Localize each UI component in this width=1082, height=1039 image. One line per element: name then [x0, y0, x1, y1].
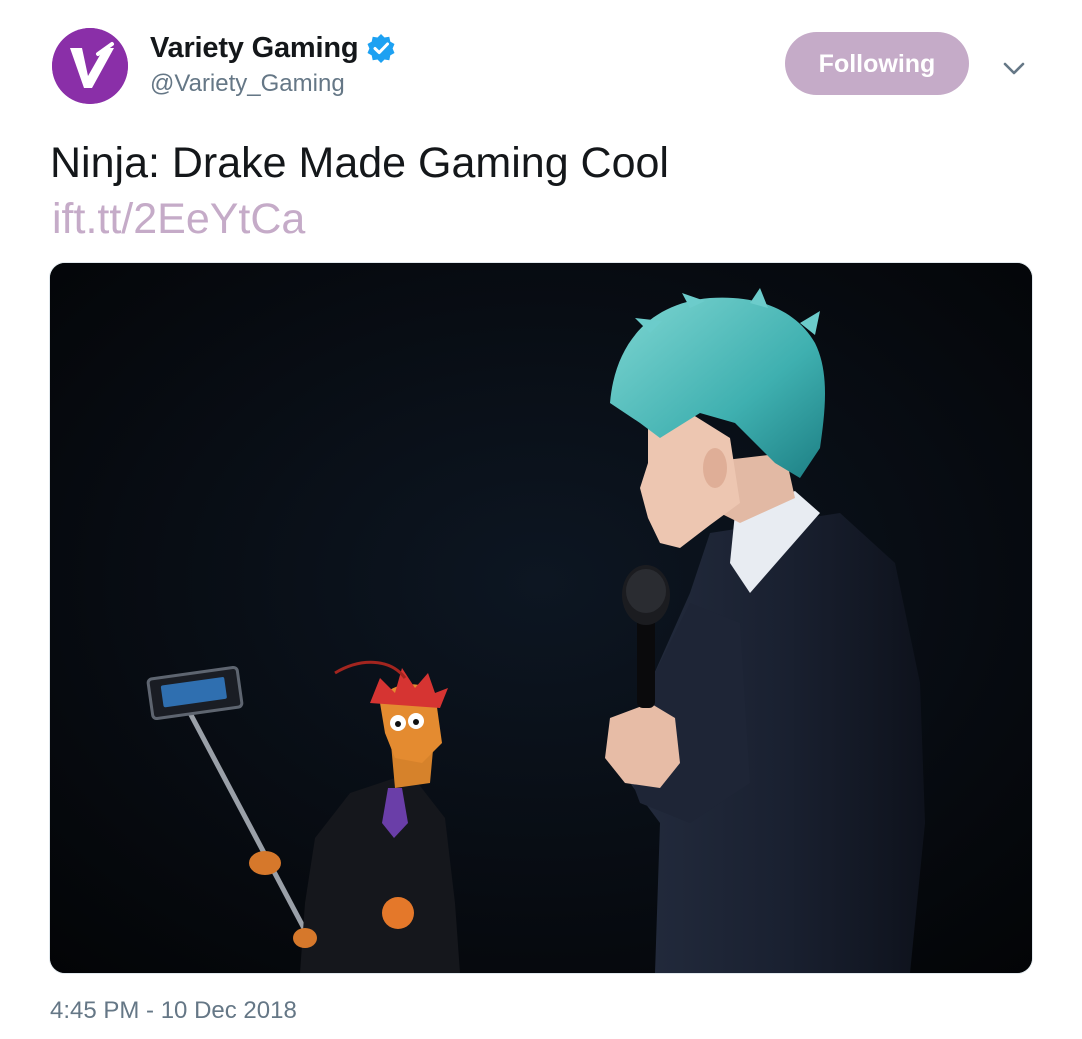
verified-badge-icon [366, 33, 396, 63]
user-handle[interactable]: @Variety_Gaming [150, 70, 345, 98]
tweet-text: Ninja: Drake Made Gaming Cool [50, 139, 669, 187]
variety-v-logo-icon [52, 28, 128, 104]
tweet-photo[interactable] [49, 262, 1033, 974]
chevron-down-icon[interactable] [996, 50, 1032, 86]
avatar[interactable] [52, 28, 128, 104]
tweet-link[interactable]: ift.tt/2EeYtCa [52, 192, 305, 246]
stage-photo-image [50, 263, 1032, 973]
display-name[interactable]: Variety Gaming [150, 32, 359, 65]
tweet-card: Variety Gaming @Variety_Gaming Following… [0, 0, 1082, 1039]
tweet-timestamp[interactable]: 4:45 PM - 10 Dec 2018 [50, 997, 297, 1025]
name-row: Variety Gaming [150, 28, 396, 68]
following-button[interactable]: Following [785, 32, 969, 95]
